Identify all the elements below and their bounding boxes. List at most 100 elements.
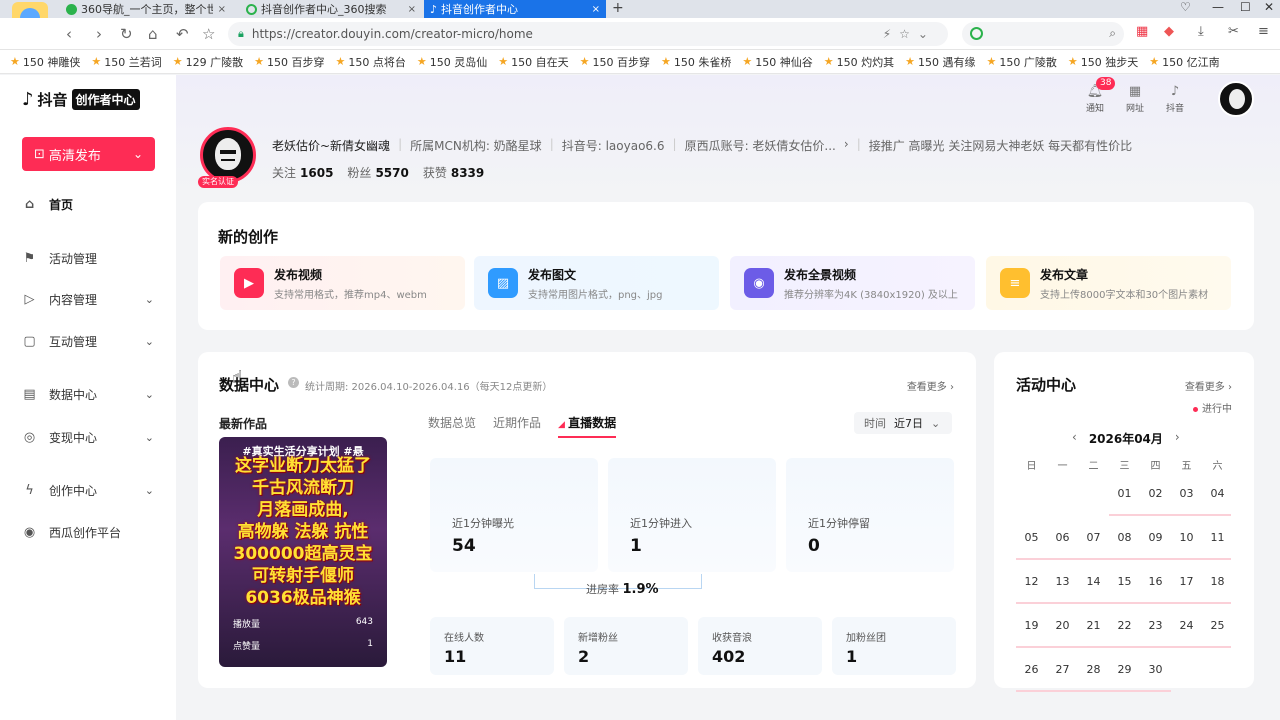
prev-month-icon[interactable]: ‹ [1072,430,1077,447]
calendar-day[interactable]: 10 [1171,531,1202,544]
fans-stat[interactable]: 粉丝 5570 [347,164,408,181]
publish-video-tile[interactable]: ▶ 发布视频 支持常用格式，推荐mp4、webm [220,256,465,310]
reload-icon[interactable]: ↻ [120,25,133,43]
user-avatar[interactable] [1218,81,1254,117]
undo-icon[interactable]: ↶ [176,25,189,43]
sidebar-item-8[interactable]: ◉ 西瓜创作平台 [22,521,154,543]
tab-live-data[interactable]: ◢ 直播数据 [558,414,617,438]
bookmark-item[interactable]: ★ 150 朱雀桥 [661,54,731,70]
bookmark-item[interactable]: ★ 150 广陵散 [987,54,1057,70]
calendar-day[interactable]: 19 [1016,619,1047,632]
bookmark-item[interactable]: ★ 150 点将台 [336,54,406,70]
chevron-down-icon[interactable]: ⌄ [145,431,154,444]
search-box[interactable]: ⌕ [962,22,1124,46]
chevron-down-icon[interactable]: ⌄ [145,335,154,348]
notification-button[interactable]: 🔔︎ 通知 38 [1084,77,1116,114]
chevron-down-icon[interactable]: ⌄ [145,484,154,497]
new-tab-button[interactable]: + [612,0,624,16]
calendar-day[interactable]: 15 [1109,575,1140,588]
calendar-day[interactable]: 29 [1109,663,1140,676]
tab-recent-works[interactable]: 近期作品 [493,414,541,438]
sidebar-item-6[interactable]: ◎ 变现中心 ⌄ [22,426,154,448]
maximize-icon[interactable]: ☐ [1240,0,1251,14]
tab-360-nav[interactable]: 360导航_一个主页，整个世界 × [60,0,232,18]
next-month-icon[interactable]: › [1175,430,1180,447]
hd-publish-button[interactable]: ⊡ 高清发布 ⌄ [22,137,155,171]
close-icon[interactable]: × [592,4,600,15]
minimize-icon[interactable]: — [1212,0,1224,14]
calendar-day[interactable]: 02 [1140,487,1171,500]
calendar-day[interactable]: 03 [1171,487,1202,500]
calendar-day[interactable]: 12 [1016,575,1047,588]
activity-span-bar[interactable] [1016,558,1231,560]
calendar-day[interactable]: 09 [1140,531,1171,544]
calendar-day[interactable]: 18 [1202,575,1233,588]
bookmark-item[interactable]: ★ 129 广陵散 [173,54,243,70]
menu-icon[interactable]: ≡ [1258,24,1269,39]
sidebar-item-5[interactable]: ▤ 数据中心 ⌄ [22,383,154,405]
activity-more-link[interactable]: 查看更多 › [1185,378,1232,393]
star-icon[interactable]: ☆ [202,25,215,43]
chevron-down-icon[interactable]: ⌄ [133,147,143,161]
calendar-day[interactable]: 17 [1171,575,1202,588]
web-button[interactable]: ▦ 网址 [1124,83,1146,114]
magnifier-icon[interactable]: ⌕ [1109,26,1116,41]
tab-douyin-creator[interactable]: ♪ 抖音创作者中心 × [424,0,606,18]
publish-image-tile[interactable]: ▨ 发布图文 支持常用图片格式，png、jpg [474,256,719,310]
calendar-day[interactable]: 30 [1140,663,1171,676]
url-text[interactable]: https://creator.douyin.com/creator-micro… [252,27,533,41]
shirt-icon[interactable]: ♡ [1180,0,1191,14]
tab-data-overview[interactable]: 数据总览 [428,414,476,438]
chevron-down-icon[interactable]: ⌄ [145,388,154,401]
chevron-right-icon[interactable]: › [844,137,849,154]
calendar-day[interactable]: 27 [1047,663,1078,676]
calendar-day[interactable]: 23 [1140,619,1171,632]
bookmark-item[interactable]: ★ 150 神雕侠 [10,54,80,70]
calendar-day[interactable]: 11 [1202,531,1233,544]
calendar-day[interactable]: 16 [1140,575,1171,588]
activity-span-bar[interactable] [1109,514,1231,516]
sidebar-item-7[interactable]: ϟ 创作中心 ⌄ [22,479,154,501]
calendar-day[interactable]: 22 [1109,619,1140,632]
sidebar-item-1[interactable]: ⌂ 首页 [22,193,154,215]
calendar-day[interactable]: 06 [1047,531,1078,544]
activity-span-bar[interactable] [1016,646,1231,648]
home-icon[interactable]: ⌂ [148,25,158,43]
calendar-day[interactable]: 14 [1078,575,1109,588]
douyin-button[interactable]: ♪ 抖音 [1164,83,1186,114]
sidebar-item-2[interactable]: ⚑ 活动管理 [22,247,154,269]
latest-work-cover[interactable]: #真实生活分享计划 #悬 这字业断刀太猛了 千古风流断刀 月落画成曲, 高物躲 法躲 抗… [219,437,387,667]
bookmark-item[interactable]: ★ 150 灼灼其 [824,54,894,70]
address-bar[interactable]: 🔒︎ https://creator.douyin.com/creator-mi… [228,22,948,46]
profile-avatar[interactable] [200,127,256,183]
forward-icon[interactable]: › [96,25,102,43]
follow-stat[interactable]: 关注 1605 [272,164,333,181]
sidebar-item-3[interactable]: ▷ 内容管理 ⌄ [22,288,155,310]
chevron-down-icon[interactable]: ⌄ [145,293,154,306]
calendar-day[interactable]: 01 [1109,487,1140,500]
help-icon[interactable]: ? [288,377,299,388]
calendar-day[interactable]: 21 [1078,619,1109,632]
data-more-link[interactable]: 查看更多 › [907,378,954,393]
douyin-logo[interactable]: ♪ 抖音 创作者中心 [22,89,140,110]
calendar-day[interactable]: 04 [1202,487,1233,500]
bookmark-item[interactable]: ★ 150 自在天 [498,54,568,70]
profile-xigua-account[interactable]: 原西瓜账号: 老妖倩女估价... [685,137,836,154]
bookmark-item[interactable]: ★ 150 兰若词 [91,54,161,70]
calendar-day[interactable]: 20 [1047,619,1078,632]
calendar-day[interactable]: 13 [1047,575,1078,588]
bookmark-item[interactable]: ★ 150 遇有缘 [905,54,975,70]
calendar-day[interactable]: 05 [1016,531,1047,544]
close-icon[interactable]: × [218,4,226,15]
apps-icon[interactable]: ▦ [1136,24,1148,39]
bookmark-item[interactable]: ★ 150 百步穿 [254,54,324,70]
publish-article-tile[interactable]: ≡ 发布文章 支持上传8000字文本和30个图片素材 [986,256,1231,310]
back-icon[interactable]: ‹ [66,25,72,43]
calendar-day[interactable]: 24 [1171,619,1202,632]
calendar-day[interactable]: 28 [1078,663,1109,676]
calendar-day[interactable]: 07 [1078,531,1109,544]
bookmark-item[interactable]: ★ 150 灵岛仙 [417,54,487,70]
window-close-icon[interactable]: ✕ [1264,0,1274,14]
bookmark-item[interactable]: ★ 150 独步天 [1068,54,1138,70]
activity-span-bar[interactable] [1016,690,1171,692]
